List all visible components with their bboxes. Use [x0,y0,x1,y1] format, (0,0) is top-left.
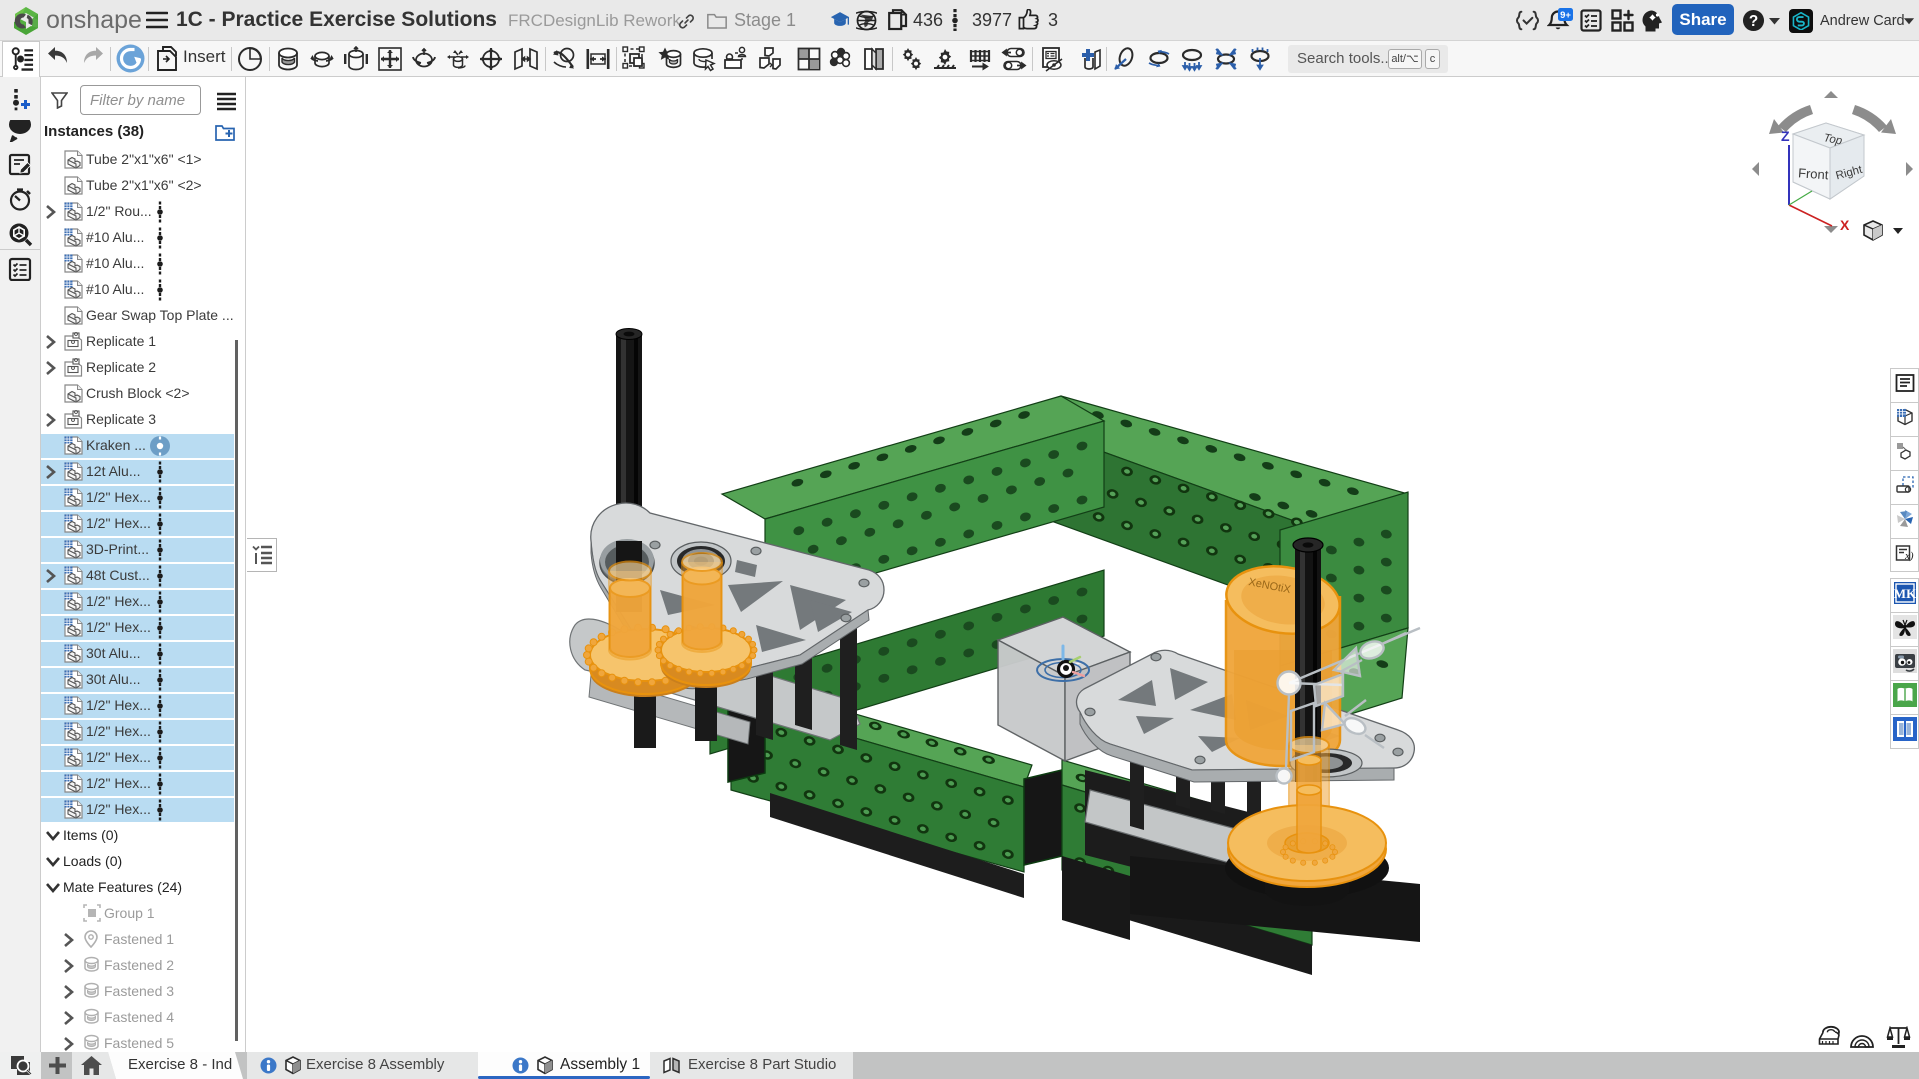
svg-text:MK: MK [1894,586,1917,601]
svg-text:x): x) [1904,550,1914,562]
svg-text:?: ? [1749,13,1758,30]
svg-text:Z: Z [1781,128,1790,144]
svg-text:Front: Front [1798,165,1830,182]
svg-text:9+: 9+ [1560,10,1571,21]
svg-text:X: X [1840,217,1850,233]
